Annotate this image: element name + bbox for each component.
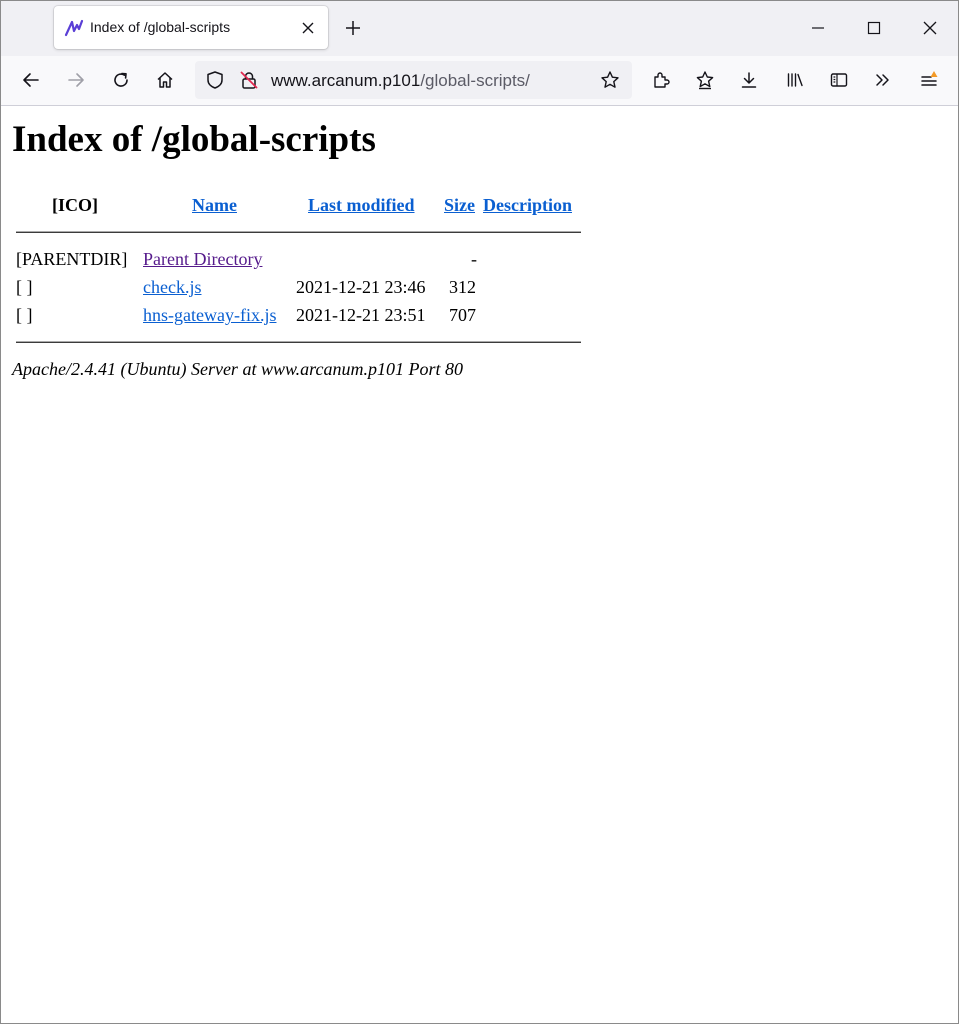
- sidebar-icon[interactable]: [829, 70, 849, 90]
- browser-window: Index of /global-scripts www.arcanum.p10…: [0, 0, 959, 1024]
- row-icon-label: [PARENTDIR]: [16, 249, 128, 269]
- arrow-left-icon[interactable]: [21, 70, 41, 90]
- library-icon[interactable]: [785, 70, 805, 90]
- row-icon-label: [ ]: [16, 305, 33, 325]
- chevron-double-right-icon[interactable]: [873, 70, 893, 90]
- tab-strip: Index of /global-scripts: [1, 1, 958, 56]
- lock-strikethrough-icon[interactable]: [239, 70, 259, 90]
- window-close-icon[interactable]: [920, 18, 940, 38]
- row-size: 312: [449, 277, 476, 297]
- row-last-modified: 2021-12-21 23:51: [296, 305, 426, 325]
- server-signature: Apache/2.4.41 (Ubuntu) Server at www.arc…: [12, 359, 463, 379]
- star-icon[interactable]: [600, 70, 620, 90]
- star-outline-icon[interactable]: [695, 70, 715, 90]
- minimize-icon[interactable]: [808, 18, 828, 38]
- footer-divider: [16, 341, 581, 343]
- close-icon[interactable]: [300, 20, 316, 36]
- shield-icon[interactable]: [205, 70, 225, 90]
- row-icon-label: [ ]: [16, 277, 33, 297]
- maximize-icon[interactable]: [864, 18, 884, 38]
- row-size: 707: [449, 305, 476, 325]
- file-link-hns-gateway-fix-js[interactable]: hns-gateway-fix.js: [143, 305, 276, 326]
- column-header-description[interactable]: Description: [483, 195, 572, 216]
- hamburger-menu-icon[interactable]: [919, 70, 939, 90]
- url-text[interactable]: www.arcanum.p101/global-scripts/: [271, 71, 530, 91]
- row-last-modified: 2021-12-21 23:46: [296, 277, 426, 297]
- page-title: Index of /global-scripts: [12, 119, 376, 160]
- tab-title: Index of /global-scripts: [90, 19, 231, 35]
- download-icon[interactable]: [739, 70, 759, 90]
- row-size: -: [471, 249, 477, 269]
- home-icon[interactable]: [155, 70, 175, 90]
- navigation-toolbar: www.arcanum.p101/global-scripts/: [1, 56, 958, 106]
- tab-active[interactable]: Index of /global-scripts: [54, 6, 328, 49]
- new-tab-plus-icon[interactable]: [343, 18, 363, 38]
- file-link-check-js[interactable]: check.js: [143, 277, 201, 298]
- url-host: www.arcanum.p101: [271, 71, 421, 90]
- column-header-icon: [ICO]: [52, 195, 98, 215]
- puzzle-icon[interactable]: [651, 70, 671, 90]
- reload-icon[interactable]: [111, 70, 131, 90]
- arrow-right-icon[interactable]: [66, 70, 86, 90]
- header-divider: [16, 231, 581, 233]
- column-header-last-modified[interactable]: Last modified: [308, 195, 415, 216]
- page-content: Index of /global-scripts [ICO] Name Last…: [1, 106, 958, 1023]
- column-header-size[interactable]: Size: [444, 195, 475, 216]
- url-bar[interactable]: www.arcanum.p101/global-scripts/: [195, 61, 632, 99]
- parent-directory-link[interactable]: Parent Directory: [143, 249, 262, 270]
- arcanum-logo-icon: [64, 19, 84, 37]
- column-header-name[interactable]: Name: [192, 195, 237, 216]
- url-path: /global-scripts/: [420, 71, 530, 90]
